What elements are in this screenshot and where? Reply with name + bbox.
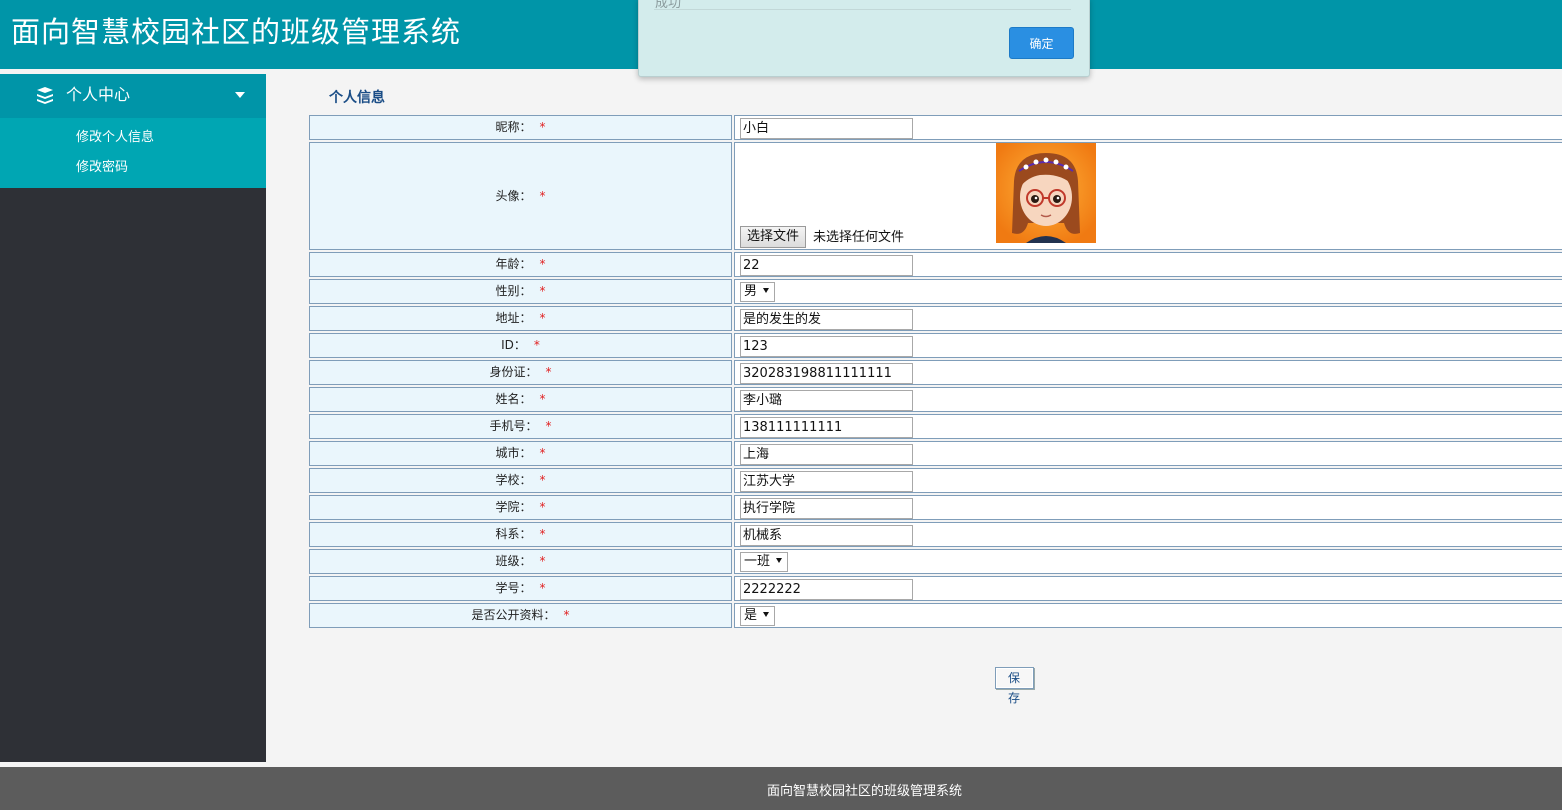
stack-icon: [37, 87, 53, 104]
required-mark: *: [539, 500, 546, 514]
value-cell-id-card: 320283198811111111: [734, 360, 1562, 385]
required-mark: *: [539, 473, 546, 487]
required-mark: *: [545, 419, 552, 433]
required-mark: *: [539, 554, 546, 568]
dropdown-arrow-icon: [763, 288, 770, 293]
required-mark: *: [539, 527, 546, 541]
footer-text: 面向智慧校园社区的班级管理系统: [766, 784, 962, 799]
college-input[interactable]: 执行学院: [740, 498, 913, 519]
caret-down-icon[interactable]: [235, 92, 245, 98]
value-cell-avatar: 选择文件 未选择任何文件: [734, 142, 1562, 250]
value-cell-class: 一班: [734, 549, 1562, 574]
value-cell-department: 机械系: [734, 522, 1562, 547]
gender-select[interactable]: 男: [740, 282, 776, 302]
class-value: 一班: [744, 554, 771, 569]
dialog-ok-button[interactable]: 确定: [1009, 27, 1074, 59]
value-cell-public-profile: 是: [734, 603, 1562, 628]
label-id: ID： *: [309, 333, 732, 358]
choose-file-button[interactable]: 选择文件: [740, 226, 807, 248]
id-input[interactable]: 123: [740, 336, 913, 357]
menu-group-personal-center[interactable]: 个人中心: [0, 74, 266, 118]
required-mark: *: [539, 311, 546, 325]
app-title: 面向智慧校园社区的班级管理系统: [11, 15, 462, 49]
label-address: 地址： *: [309, 306, 732, 331]
public-profile-select[interactable]: 是: [740, 606, 776, 626]
department-input[interactable]: 机械系: [740, 525, 913, 546]
label-gender: 性别： *: [309, 279, 732, 304]
dropdown-arrow-icon: [776, 558, 783, 563]
label-college: 学院： *: [309, 495, 732, 520]
required-mark: *: [533, 338, 540, 352]
required-mark: *: [539, 581, 546, 595]
label-public-profile: 是否公开资料： *: [309, 603, 732, 628]
label-nickname: 昵称： *: [309, 115, 732, 140]
value-cell-student-no: 2222222: [734, 576, 1562, 601]
required-mark: *: [539, 392, 546, 406]
id-card-input[interactable]: 320283198811111111: [740, 363, 913, 384]
value-cell-age: 22: [734, 252, 1562, 277]
student-no-input[interactable]: 2222222: [740, 579, 913, 600]
sidebar-item-change-password[interactable]: 修改密码: [76, 160, 128, 176]
label-id-card: 身份证： *: [309, 360, 732, 385]
address-input[interactable]: 是的发生的发: [740, 309, 913, 330]
label-city: 城市： *: [309, 441, 732, 466]
alert-dialog: 成功 确定: [638, 0, 1090, 77]
save-button[interactable]: 保 存: [995, 667, 1034, 705]
phone-input[interactable]: 138111111111: [740, 417, 913, 438]
label-age: 年龄： *: [309, 252, 732, 277]
menu-group-label: 个人中心: [66, 85, 131, 104]
name-input[interactable]: 李小璐: [740, 390, 913, 411]
required-mark: *: [545, 365, 552, 379]
label-name: 姓名： *: [309, 387, 732, 412]
city-input[interactable]: 上海: [740, 444, 913, 465]
public-profile-value: 是: [744, 608, 758, 623]
sidebar: 个人中心 修改个人信息 修改密码: [0, 74, 266, 762]
dropdown-arrow-icon: [763, 612, 770, 617]
label-class: 班级： *: [309, 549, 732, 574]
value-cell-college: 执行学院: [734, 495, 1562, 520]
avatar-image: [996, 143, 1096, 243]
required-mark: *: [539, 284, 546, 298]
value-cell-name: 李小璐: [734, 387, 1562, 412]
value-cell-school: 江苏大学: [734, 468, 1562, 493]
required-mark: *: [563, 608, 570, 622]
label-phone: 手机号： *: [309, 414, 732, 439]
dialog-divider: [654, 9, 1071, 10]
label-avatar: 头像： *: [309, 142, 732, 250]
label-school: 学校： *: [309, 468, 732, 493]
submenu: 修改个人信息 修改密码: [0, 118, 266, 188]
section-title: 个人信息: [329, 90, 385, 106]
required-mark: *: [539, 189, 546, 203]
class-select[interactable]: 一班: [740, 552, 789, 572]
value-cell-id: 123: [734, 333, 1562, 358]
age-input[interactable]: 22: [740, 255, 913, 276]
value-cell-address: 是的发生的发: [734, 306, 1562, 331]
footer: 面向智慧校园社区的班级管理系统: [0, 767, 1562, 810]
school-input[interactable]: 江苏大学: [740, 471, 913, 492]
file-status: 未选择任何文件: [813, 230, 905, 245]
value-cell-city: 上海: [734, 441, 1562, 466]
value-cell-gender: 男: [734, 279, 1562, 304]
value-cell-nickname: 小白: [734, 115, 1562, 140]
label-department: 科系： *: [309, 522, 732, 547]
required-mark: *: [539, 120, 546, 134]
label-student-no: 学号： *: [309, 576, 732, 601]
value-cell-phone: 138111111111: [734, 414, 1562, 439]
sidebar-item-edit-profile[interactable]: 修改个人信息: [76, 130, 154, 146]
required-mark: *: [539, 257, 546, 271]
nickname-input[interactable]: 小白: [740, 118, 913, 139]
required-mark: *: [539, 446, 546, 460]
gender-value: 男: [744, 284, 758, 299]
